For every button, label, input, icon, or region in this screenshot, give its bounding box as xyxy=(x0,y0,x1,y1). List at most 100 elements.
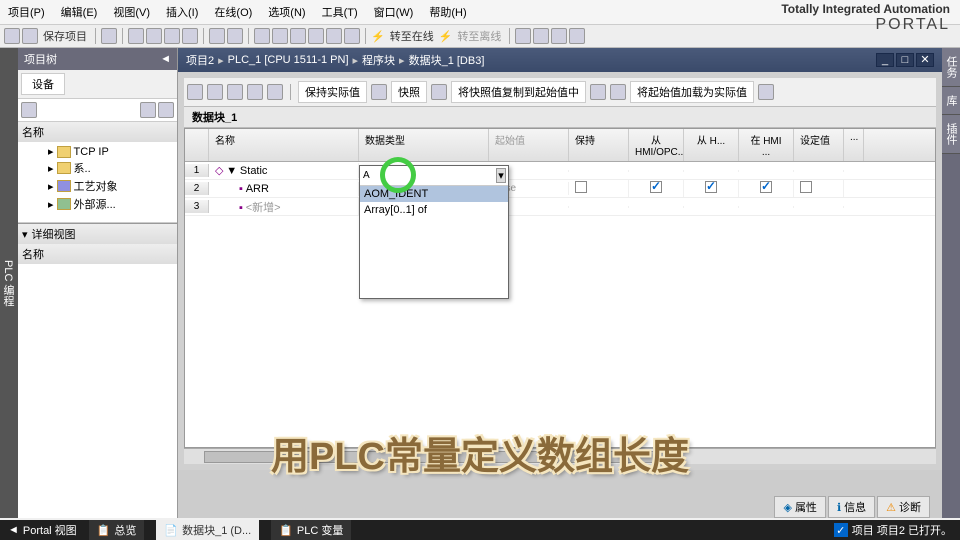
minimize-button[interactable]: _ xyxy=(876,53,894,67)
tree-item[interactable]: ▸ 外部源... xyxy=(20,195,175,213)
a2-icon[interactable] xyxy=(533,28,549,44)
compile-icon[interactable] xyxy=(254,28,270,44)
download-icon[interactable] xyxy=(272,28,288,44)
checkbox[interactable] xyxy=(705,181,717,193)
trace-icon[interactable] xyxy=(344,28,360,44)
col-init[interactable]: 起始值 xyxy=(489,129,569,161)
dropdown-item[interactable]: AOM_IDENT xyxy=(360,186,508,202)
copy-snap-icon[interactable] xyxy=(431,84,447,100)
et-icon[interactable] xyxy=(247,84,263,100)
dropdown-item[interactable]: Array[0..1] of xyxy=(360,202,508,218)
detail-name-header: 名称 xyxy=(18,244,177,264)
tree-item[interactable]: ▸ TCP IP xyxy=(20,144,175,159)
table-row[interactable]: 1 ◇ ▼ Static xyxy=(185,162,935,180)
dropdown-button-icon[interactable]: ▾ xyxy=(496,168,506,183)
go-offline-button: 转至离线 xyxy=(454,28,504,44)
load-icon[interactable] xyxy=(590,84,606,100)
diagnostics-tab[interactable]: ⚠诊断 xyxy=(877,496,930,518)
menu-help[interactable]: 帮助(H) xyxy=(425,2,470,22)
type-input[interactable] xyxy=(362,168,496,183)
copy-icon[interactable] xyxy=(146,28,162,44)
brand-sub: PORTAL xyxy=(781,16,950,34)
et-icon[interactable] xyxy=(267,84,283,100)
plugins-tab[interactable]: 插件 xyxy=(942,115,960,154)
table-row[interactable]: 3 ▪ <新增> xyxy=(185,198,935,216)
checkbox[interactable] xyxy=(575,181,587,193)
paste-icon[interactable] xyxy=(164,28,180,44)
checkbox[interactable] xyxy=(760,181,772,193)
copy-snapshot-button[interactable]: 将快照值复制到起始值中 xyxy=(451,81,586,103)
info-tab[interactable]: ℹ信息 xyxy=(828,496,875,518)
et-icon[interactable] xyxy=(207,84,223,100)
a4-icon[interactable] xyxy=(569,28,585,44)
detail-view-header[interactable]: ▾ 详细视图 xyxy=(18,223,177,244)
overview-tab[interactable]: 📋 总览 xyxy=(89,520,145,540)
checkbox[interactable] xyxy=(650,181,662,193)
col-set[interactable]: 设定值 xyxy=(794,129,844,161)
tasks-tab[interactable]: 任务 xyxy=(942,48,960,87)
search-icon[interactable] xyxy=(308,28,324,44)
bc-project[interactable]: 项目2 xyxy=(186,52,214,68)
left-side-tab[interactable]: PLC 编程 xyxy=(0,48,18,518)
upload-icon[interactable] xyxy=(290,28,306,44)
tree-item[interactable]: ▸ 系.. xyxy=(20,159,175,177)
bc-blocks[interactable]: 程序块 xyxy=(362,52,395,68)
plcvar-tab[interactable]: 📋 PLC 变量 xyxy=(271,520,351,540)
menu-tools[interactable]: 工具(T) xyxy=(318,2,362,22)
project-tree: 项目树 ◄ 设备 名称 ▸ TCP IP ▸ 系.. ▸ 工艺对象 ▸ 外部源.… xyxy=(18,48,178,518)
col-type[interactable]: 数据类型 xyxy=(359,129,489,161)
properties-tab[interactable]: ◈属性 xyxy=(774,496,825,518)
delete-icon[interactable] xyxy=(182,28,198,44)
maximize-button[interactable]: □ xyxy=(896,53,914,67)
libs-tab[interactable]: 库 xyxy=(942,87,960,115)
editor-toolbar: 保持实际值 快照 将快照值复制到起始值中 将起始值加载为实际值 xyxy=(184,78,936,107)
open-icon[interactable] xyxy=(22,28,38,44)
block-tab[interactable]: 📄 数据块_1 (D... xyxy=(156,520,259,540)
snapshot-icon[interactable] xyxy=(371,84,387,100)
project-tree-header: 项目树 ◄ xyxy=(18,48,177,70)
tree-icon2[interactable] xyxy=(140,102,156,118)
load-start-button[interactable]: 将起始值加载为实际值 xyxy=(630,81,754,103)
menu-online[interactable]: 在线(O) xyxy=(210,2,256,22)
et-icon[interactable] xyxy=(227,84,243,100)
snapshot-button[interactable]: 快照 xyxy=(391,81,427,103)
portal-view-button[interactable]: ◄ Portal 视图 xyxy=(8,522,77,538)
col-hmi2[interactable]: 从 H... xyxy=(684,129,739,161)
save-button[interactable]: 保存项目 xyxy=(40,28,90,44)
checkbox[interactable] xyxy=(800,181,812,193)
et-icon[interactable] xyxy=(187,84,203,100)
collapse-icon[interactable]: ◄ xyxy=(160,53,171,65)
col-hmi1[interactable]: 从 HMI/OPC.. xyxy=(629,129,684,161)
type-dropdown[interactable]: ▾ AOM_IDENT Array[0..1] of xyxy=(359,165,509,299)
menu-project[interactable]: 项目(P) xyxy=(4,2,49,22)
menu-view[interactable]: 视图(V) xyxy=(109,2,154,22)
a1-icon[interactable] xyxy=(515,28,531,44)
et-end-icon[interactable] xyxy=(758,84,774,100)
tree-item[interactable]: ▸ 工艺对象 xyxy=(20,177,175,195)
sim-icon[interactable] xyxy=(326,28,342,44)
new-icon[interactable] xyxy=(4,28,20,44)
menu-window[interactable]: 窗口(W) xyxy=(370,2,418,22)
undo-icon[interactable] xyxy=(209,28,225,44)
col-keep[interactable]: 保持 xyxy=(569,129,629,161)
table-row[interactable]: 2 ▪ ARR false xyxy=(185,180,935,198)
a3-icon[interactable] xyxy=(551,28,567,44)
devices-tab[interactable]: 设备 xyxy=(21,73,65,95)
close-button[interactable]: ✕ xyxy=(916,53,934,67)
col-more[interactable]: ... xyxy=(844,129,864,161)
menu-options[interactable]: 选项(N) xyxy=(264,2,309,22)
print-icon[interactable] xyxy=(101,28,117,44)
tree-icon3[interactable] xyxy=(158,102,174,118)
load-icon2[interactable] xyxy=(610,84,626,100)
tree-icon1[interactable] xyxy=(21,102,37,118)
cut-icon[interactable] xyxy=(128,28,144,44)
keep-actual-button[interactable]: 保持实际值 xyxy=(298,81,367,103)
menu-edit[interactable]: 编辑(E) xyxy=(57,2,102,22)
name-column-header: 名称 xyxy=(18,122,177,142)
col-hmi3[interactable]: 在 HMI ... xyxy=(739,129,794,161)
redo-icon[interactable] xyxy=(227,28,243,44)
go-online-button[interactable]: 转至在线 xyxy=(387,28,437,44)
menu-insert[interactable]: 插入(I) xyxy=(162,2,202,22)
col-name[interactable]: 名称 xyxy=(209,129,359,161)
bc-plc[interactable]: PLC_1 [CPU 1511-1 PN] xyxy=(228,54,349,66)
